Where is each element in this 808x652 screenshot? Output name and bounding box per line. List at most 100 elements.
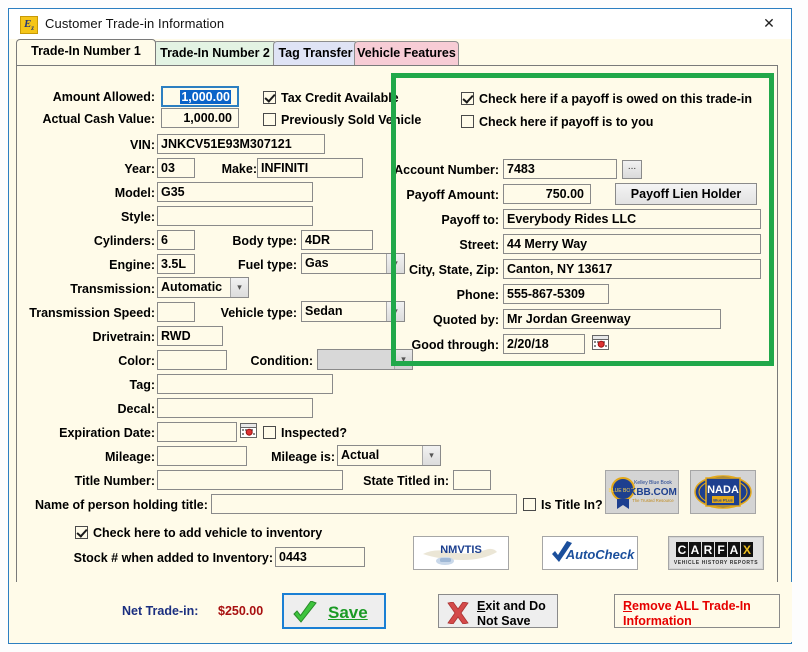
save-label-rest: ave	[339, 603, 368, 622]
checkbox-box	[263, 113, 276, 126]
name-holding-title-label: Name of person holding title:	[35, 498, 208, 512]
payoff-owed-checkbox[interactable]: Check here if a payoff is owed on this t…	[461, 91, 752, 107]
street-label: Street:	[459, 238, 499, 252]
checkbox-box	[263, 426, 276, 439]
inspected-checkbox[interactable]: Inspected?	[263, 425, 347, 441]
model-input[interactable]: G35	[157, 182, 313, 202]
save-button[interactable]: Save	[282, 593, 386, 629]
svg-text:Blue PLus: Blue PLus	[713, 498, 733, 503]
stock-number-label: Stock # when added to Inventory:	[73, 551, 273, 565]
previously-sold-checkbox[interactable]: Previously Sold Vehicle	[263, 112, 421, 128]
checkbox-box	[263, 91, 276, 104]
style-input[interactable]	[157, 206, 313, 226]
quoted-by-label: Quoted by:	[433, 313, 499, 327]
vehicle-type-select[interactable]: Sedan ▾	[301, 301, 405, 322]
previously-sold-label: Previously Sold Vehicle	[281, 113, 422, 127]
screen: Ez Customer Trade-in Information ✕ Trade…	[0, 0, 808, 652]
transmission-label: Transmission:	[70, 282, 155, 296]
tag-input[interactable]	[157, 374, 333, 394]
year-input[interactable]: 03	[157, 158, 195, 178]
body-type-label: Body type:	[232, 234, 297, 248]
tab-vehicle-features[interactable]: Vehicle Features	[354, 41, 459, 65]
kbb-logo[interactable]: BLUE BOOK Kelley Blue Book KBB.COM The T…	[605, 470, 679, 514]
payoff-lien-holder-button[interactable]: Payoff Lien Holder	[615, 183, 757, 205]
remove-all-trade-in-button[interactable]: Remove ALL Trade-In Information	[614, 594, 780, 628]
decal-input[interactable]	[157, 398, 313, 418]
tab-trade-in-number-2[interactable]: Trade-In Number 2	[153, 41, 277, 65]
year-label: Year:	[124, 162, 155, 176]
color-input[interactable]	[157, 350, 227, 370]
street-input[interactable]: 44 Merry Way	[503, 234, 761, 254]
payoff-to-label: Payoff to:	[441, 213, 499, 227]
cylinders-label: Cylinders:	[93, 234, 155, 248]
stock-number-input[interactable]: 0443	[275, 547, 365, 567]
tax-credit-checkbox[interactable]: Tax Credit Available	[263, 90, 399, 106]
mileage-is-value: Actual	[341, 448, 380, 462]
close-icon[interactable]: ✕	[747, 9, 791, 38]
exit-line-2: Not Save	[477, 614, 531, 628]
account-browse-button[interactable]: ...	[622, 160, 642, 179]
city-state-zip-label: City, State, Zip:	[408, 263, 499, 277]
good-through-input[interactable]: 2/20/18	[503, 334, 585, 354]
is-title-in-checkbox[interactable]: Is Title In?	[523, 497, 603, 513]
actual-cash-value-label: Actual Cash Value:	[42, 112, 155, 126]
cylinders-input[interactable]: 6	[157, 230, 195, 250]
quoted-by-input[interactable]: Mr Jordan Greenway	[503, 309, 721, 329]
transmission-select[interactable]: Automatic ▾	[157, 277, 249, 298]
calendar-icon[interactable]	[592, 335, 609, 350]
payoff-to-input[interactable]: Everybody Rides LLC	[503, 209, 761, 229]
expiration-date-input[interactable]	[157, 422, 237, 442]
exit-and-do-not-save-button[interactable]: Exit and Do Not Save	[438, 594, 558, 628]
drivetrain-label: Drivetrain:	[92, 330, 155, 344]
autocheck-logo[interactable]: AutoCheck	[542, 536, 638, 570]
name-holding-title-input[interactable]	[211, 494, 517, 514]
payoff-amount-input[interactable]: 750.00	[503, 184, 591, 204]
account-number-input[interactable]: 7483	[503, 159, 617, 179]
net-trade-in-label: Net Trade-in:	[122, 604, 199, 618]
chevron-down-icon[interactable]: ▾	[422, 446, 440, 465]
add-to-inventory-checkbox[interactable]: Check here to add vehicle to inventory	[75, 525, 322, 541]
vehicle-type-value: Sedan	[305, 304, 343, 318]
tab-trade-in-number-1[interactable]: Trade-In Number 1	[16, 39, 156, 65]
carfax-logo[interactable]: CAR FA X VEHICLE HISTORY REPORTS	[668, 536, 764, 570]
payoff-owed-label: Check here if a payoff is owed on this t…	[479, 92, 752, 106]
svg-text:NMVTIS: NMVTIS	[440, 544, 482, 556]
inspected-label: Inspected?	[281, 426, 347, 440]
phone-input[interactable]: 555-867-5309	[503, 284, 609, 304]
engine-label: Engine:	[109, 258, 155, 272]
save-label: Save	[328, 603, 368, 622]
state-titled-input[interactable]	[453, 470, 491, 490]
customer-tradein-window: Ez Customer Trade-in Information ✕ Trade…	[8, 8, 792, 644]
make-label: Make:	[221, 162, 257, 176]
city-state-zip-input[interactable]: Canton, NY 13617	[503, 259, 761, 279]
amount-allowed-input[interactable]: 1,000.00	[161, 86, 239, 107]
mileage-is-select[interactable]: Actual ▾	[337, 445, 441, 466]
chevron-down-icon[interactable]: ▾	[230, 278, 248, 297]
title-number-input[interactable]	[157, 470, 343, 490]
nmvtis-logo[interactable]: NMVTIS	[413, 536, 509, 570]
transmission-speed-input[interactable]	[157, 302, 195, 322]
nada-logo[interactable]: NADA Blue PLus	[690, 470, 756, 514]
tab-tag-transfer[interactable]: Tag Transfer	[273, 41, 358, 65]
engine-input[interactable]: 3.5L	[157, 254, 195, 274]
vehicle-type-label: Vehicle type:	[220, 306, 297, 320]
red-x-icon	[447, 602, 469, 624]
drivetrain-input[interactable]: RWD	[157, 326, 223, 346]
svg-text:NADA: NADA	[707, 484, 739, 496]
make-input[interactable]: INFINITI	[257, 158, 363, 178]
vin-input[interactable]: JNKCV51E93M307121	[157, 134, 325, 154]
color-label: Color:	[118, 354, 155, 368]
tax-credit-label: Tax Credit Available	[281, 91, 399, 105]
svg-text:Kelley Blue Book: Kelley Blue Book	[634, 480, 672, 486]
svg-text:X: X	[743, 543, 751, 557]
actual-cash-value-input[interactable]: 1,000.00	[161, 108, 239, 128]
transmission-value: Automatic	[161, 280, 223, 294]
payoff-to-you-checkbox[interactable]: Check here if payoff is to you	[461, 114, 653, 130]
amount-allowed-label: Amount Allowed:	[52, 90, 155, 104]
calendar-icon[interactable]	[240, 423, 257, 438]
mileage-input[interactable]	[157, 446, 247, 466]
body-type-input[interactable]: 4DR	[301, 230, 373, 250]
svg-text:VEHICLE HISTORY REPORTS: VEHICLE HISTORY REPORTS	[674, 560, 758, 566]
payoff-amount-label: Payoff Amount:	[406, 188, 499, 202]
transmission-speed-label: Transmission Speed:	[29, 306, 155, 320]
